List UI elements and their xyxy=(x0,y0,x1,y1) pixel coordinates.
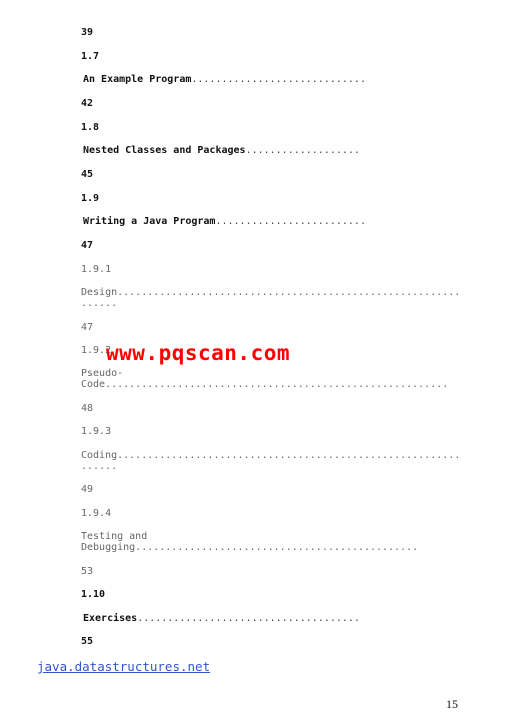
section-1-9-4-line2: Debugging...............................… xyxy=(81,542,419,553)
section-1-7-leader: ............................. xyxy=(191,74,366,85)
section-1-10-number: 1.10 xyxy=(81,589,106,600)
section-1-8-title: Nested Classes and Packages xyxy=(83,145,246,156)
section-1-9-3-line2: ...... xyxy=(81,461,118,472)
section-1-9-1-line1: Design..................................… xyxy=(81,287,461,298)
section-1-8-entry: Nested Classes and Packages.............… xyxy=(83,145,360,156)
page-ref-49: 49 xyxy=(81,484,94,495)
footer-link[interactable]: java.datastructures.net xyxy=(37,659,210,674)
section-1-9-entry: Writing a Java Program..................… xyxy=(83,216,366,227)
section-1-8-number: 1.8 xyxy=(81,122,100,133)
section-1-9-title: Writing a Java Program xyxy=(83,216,216,227)
section-1-9-4-number: 1.9.4 xyxy=(81,508,112,519)
section-1-9-1-number: 1.9.1 xyxy=(81,264,112,275)
section-1-10-title: Exercises xyxy=(83,613,138,624)
section-1-9-leader: ......................... xyxy=(215,216,366,227)
page-ref-53: 53 xyxy=(81,566,94,577)
page-ref-47-a: 47 xyxy=(81,240,94,251)
page-ref-48: 48 xyxy=(81,403,94,414)
page-ref-42: 42 xyxy=(81,98,94,109)
section-1-10-leader: ..................................... xyxy=(137,613,360,624)
section-1-9-3-line1: Coding..................................… xyxy=(81,450,461,461)
section-1-9-1-line2: ...... xyxy=(81,298,118,309)
section-1-8-leader: ................... xyxy=(245,145,360,156)
section-1-9-4-line1: Testing and xyxy=(81,531,148,542)
watermark-text: www.pqscan.com xyxy=(106,341,291,365)
section-1-7-entry: An Example Program......................… xyxy=(83,74,366,85)
page-ref-47-b: 47 xyxy=(81,322,94,333)
section-1-7-number: 1.7 xyxy=(81,51,100,62)
page-ref-55: 55 xyxy=(81,636,94,647)
section-1-9-2-line1: Pseudo- xyxy=(81,368,124,379)
section-1-9-number: 1.9 xyxy=(81,193,100,204)
section-1-7-title: An Example Program xyxy=(83,74,192,85)
section-1-9-3-number: 1.9.3 xyxy=(81,426,112,437)
page-ref-39: 39 xyxy=(81,27,94,38)
section-1-9-2-line2: Code....................................… xyxy=(81,379,449,390)
section-1-10-entry: Exercises...............................… xyxy=(83,613,360,624)
page-ref-45: 45 xyxy=(81,169,94,180)
page-number: 15 xyxy=(446,697,458,711)
